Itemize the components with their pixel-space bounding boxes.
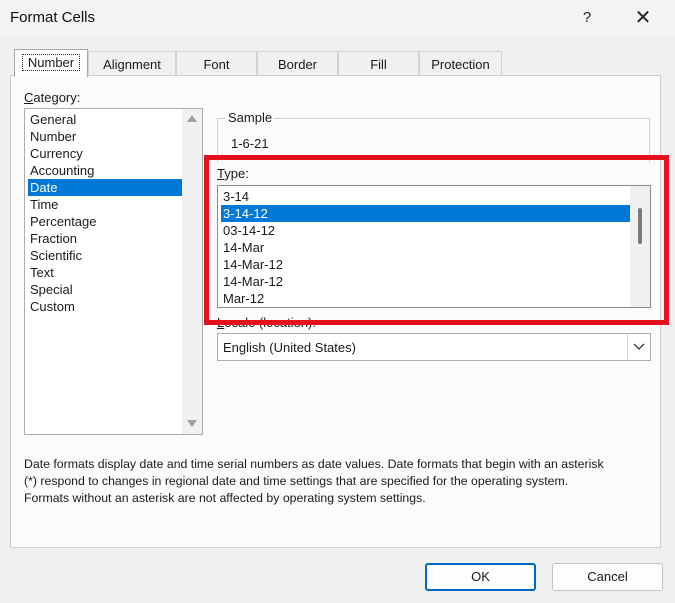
category-item-currency[interactable]: Currency [28, 145, 183, 162]
category-item-fraction[interactable]: Fraction [28, 230, 183, 247]
category-item-date[interactable]: Date [28, 179, 183, 196]
locale-dropdown[interactable]: English (United States) [217, 333, 651, 361]
description-line: (*) respond to changes in regional date … [24, 474, 569, 488]
highlight-box [204, 155, 669, 325]
tab-protection[interactable]: Protection [419, 51, 502, 76]
category-item-custom[interactable]: Custom [28, 298, 183, 315]
category-label: Category: [24, 90, 80, 105]
category-item-accounting[interactable]: Accounting [28, 162, 183, 179]
category-scrollbar[interactable] [182, 109, 202, 434]
scroll-up-icon[interactable] [187, 115, 197, 122]
description-line: Formats without an asterisk are not affe… [24, 491, 426, 505]
category-label-text: ategory: [33, 90, 81, 105]
category-item-text[interactable]: Text [28, 264, 183, 281]
ok-button[interactable]: OK [425, 563, 536, 591]
category-item-scientific[interactable]: Scientific [28, 247, 183, 264]
tab-alignment[interactable]: Alignment [88, 51, 176, 76]
title-bar: Format Cells ? ✕ [0, 0, 675, 37]
category-item-special[interactable]: Special [28, 281, 183, 298]
sample-value: 1-6-21 [231, 136, 269, 151]
chevron-down-icon[interactable] [627, 334, 650, 360]
scroll-down-icon[interactable] [187, 420, 197, 427]
help-button[interactable]: ? [574, 5, 600, 31]
dialog-title: Format Cells [10, 9, 96, 26]
close-icon[interactable]: ✕ [628, 4, 658, 32]
category-item-time[interactable]: Time [28, 196, 183, 213]
description-text: Date formats display date and time seria… [24, 456, 659, 507]
locale-value: English (United States) [223, 340, 356, 355]
category-item-percentage[interactable]: Percentage [28, 213, 183, 230]
category-item-general[interactable]: General [28, 111, 183, 128]
category-list[interactable]: General Number Currency Accounting Date … [24, 108, 203, 435]
sample-label: Sample [226, 110, 275, 125]
category-label-accel: C [24, 90, 34, 105]
cancel-button[interactable]: Cancel [552, 563, 663, 591]
tab-font[interactable]: Font [176, 51, 257, 76]
description-line: Date formats display date and time seria… [24, 457, 604, 471]
tab-border[interactable]: Border [257, 51, 338, 76]
tab-number[interactable]: Number [14, 49, 88, 77]
category-item-number[interactable]: Number [28, 128, 183, 145]
tab-fill[interactable]: Fill [338, 51, 419, 76]
